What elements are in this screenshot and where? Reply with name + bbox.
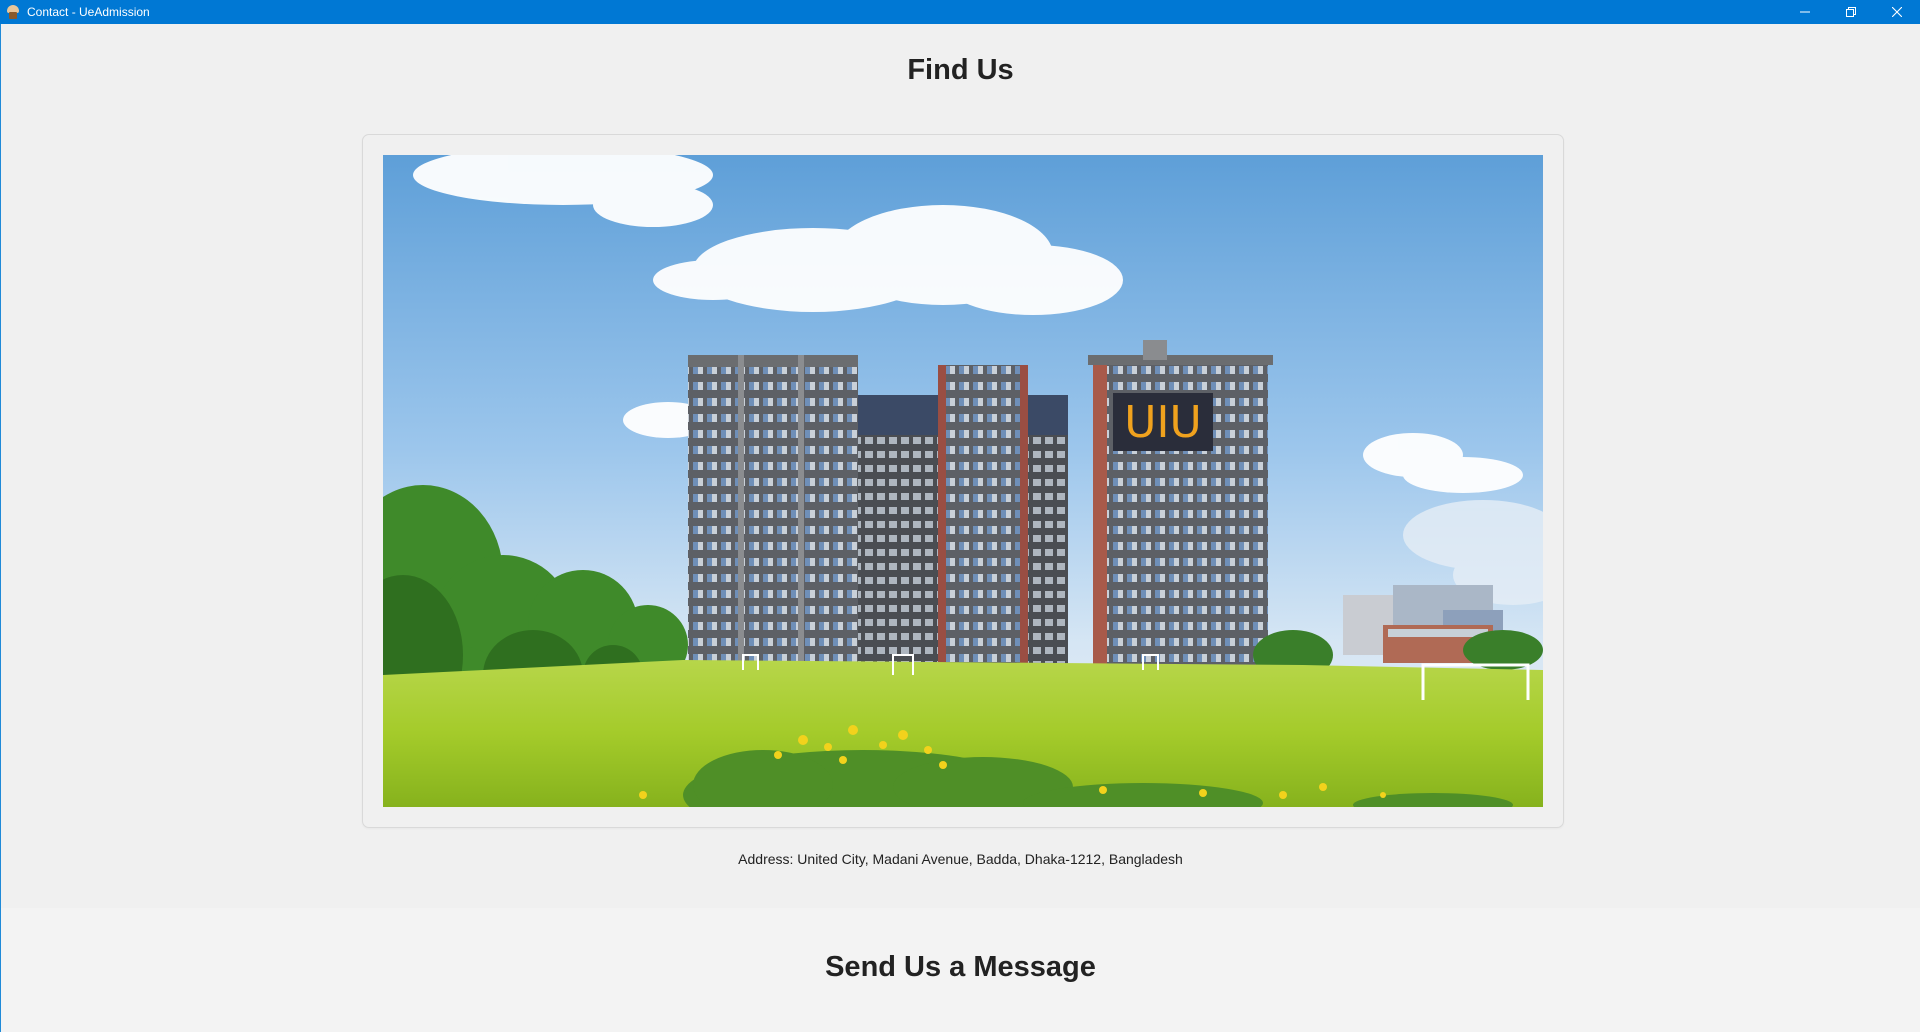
window-content: Find Us UIU Address: United City, Madani…	[0, 24, 1920, 1032]
minimize-icon	[1800, 11, 1810, 13]
find-us-section: Find Us UIU Address: United City, Madani…	[1, 24, 1920, 908]
minimize-button[interactable]	[1782, 0, 1828, 24]
restore-icon	[1846, 7, 1856, 17]
campus-image-card: UIU	[362, 134, 1564, 828]
close-button[interactable]	[1874, 0, 1920, 24]
send-message-section: Send Us a Message	[1, 908, 1920, 1032]
window-controls	[1782, 0, 1920, 24]
restore-button[interactable]	[1828, 0, 1874, 24]
find-us-title: Find Us	[907, 54, 1014, 86]
title-bar: Contact - UeAdmission	[0, 0, 1920, 24]
close-icon	[1892, 7, 1902, 17]
campus-photo: UIU	[383, 155, 1543, 807]
app-icon	[5, 4, 21, 20]
uiu-sign: UIU	[1124, 397, 1201, 448]
address-text: Address: United City, Madani Avenue, Bad…	[738, 851, 1183, 867]
send-message-title: Send Us a Message	[825, 951, 1096, 983]
window-title: Contact - UeAdmission	[27, 5, 150, 19]
